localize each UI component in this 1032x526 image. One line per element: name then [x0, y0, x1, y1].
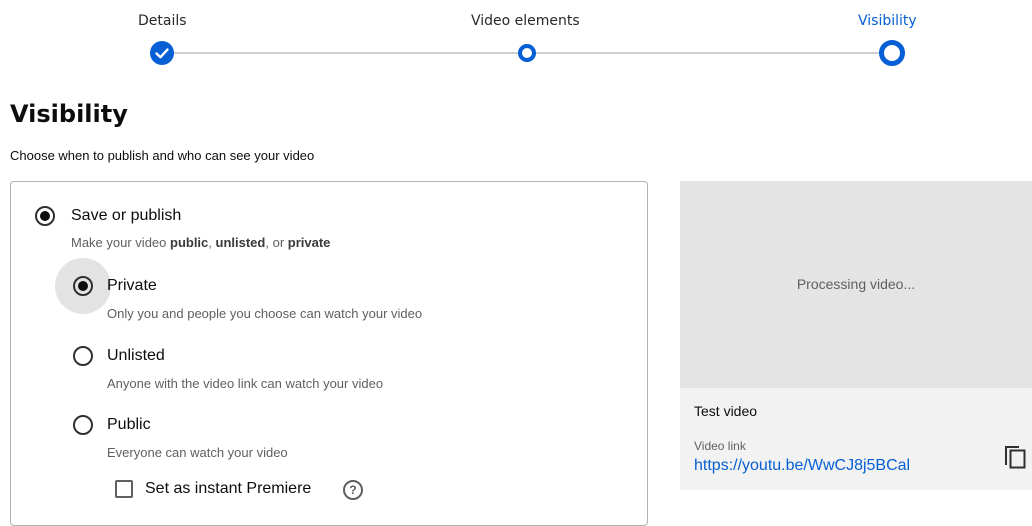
save-publish-radio[interactable] [35, 206, 55, 226]
step-label-visibility[interactable]: Visibility [858, 13, 917, 29]
step-visibility-dot-icon[interactable] [879, 40, 905, 66]
public-description: Everyone can watch your video [107, 445, 288, 460]
video-link-label: Video link [694, 439, 746, 453]
processing-status: Processing video... [796, 276, 916, 292]
video-thumbnail-placeholder: Processing video... [680, 181, 1032, 388]
step-video-elements-dot-icon[interactable] [518, 44, 536, 62]
video-link[interactable]: https://youtu.be/WwCJ8j5BCal [694, 457, 910, 475]
page-subtitle: Choose when to publish and who can see y… [10, 148, 315, 163]
visibility-options-card: Save or publish Make your video public, … [10, 181, 648, 526]
unlisted-description: Anyone with the video link can watch you… [107, 376, 384, 391]
radio-selected-dot [40, 211, 50, 221]
unlisted-radio[interactable] [73, 346, 93, 366]
instant-premiere-label[interactable]: Set as instant Premiere [145, 480, 311, 498]
public-radio[interactable] [73, 415, 93, 435]
copy-icon[interactable] [1002, 441, 1028, 469]
save-publish-description: Make your video public, unlisted, or pri… [71, 235, 331, 250]
private-description: Only you and people you choose can watch… [107, 306, 423, 321]
stepper-line-1 [172, 52, 519, 54]
unlisted-label[interactable]: Unlisted [107, 347, 165, 365]
page-title: Visibility [10, 100, 128, 128]
stepper-line-2 [534, 52, 881, 54]
instant-premiere-checkbox[interactable] [115, 480, 133, 498]
step-label-video-elements[interactable]: Video elements [471, 13, 580, 29]
private-label[interactable]: Private [107, 277, 157, 295]
step-details-checkmark-icon[interactable] [150, 41, 174, 65]
public-label[interactable]: Public [107, 416, 151, 434]
video-title: Test video [694, 403, 758, 419]
video-preview-panel: Processing video... Test video Video lin… [680, 181, 1032, 490]
radio-selected-dot [78, 281, 88, 291]
step-label-details[interactable]: Details [138, 13, 187, 29]
progress-stepper: Details Video elements Visibility [0, 0, 1032, 70]
help-icon[interactable]: ? [343, 480, 363, 500]
save-publish-label[interactable]: Save or publish [71, 207, 181, 225]
private-radio[interactable] [73, 276, 93, 296]
